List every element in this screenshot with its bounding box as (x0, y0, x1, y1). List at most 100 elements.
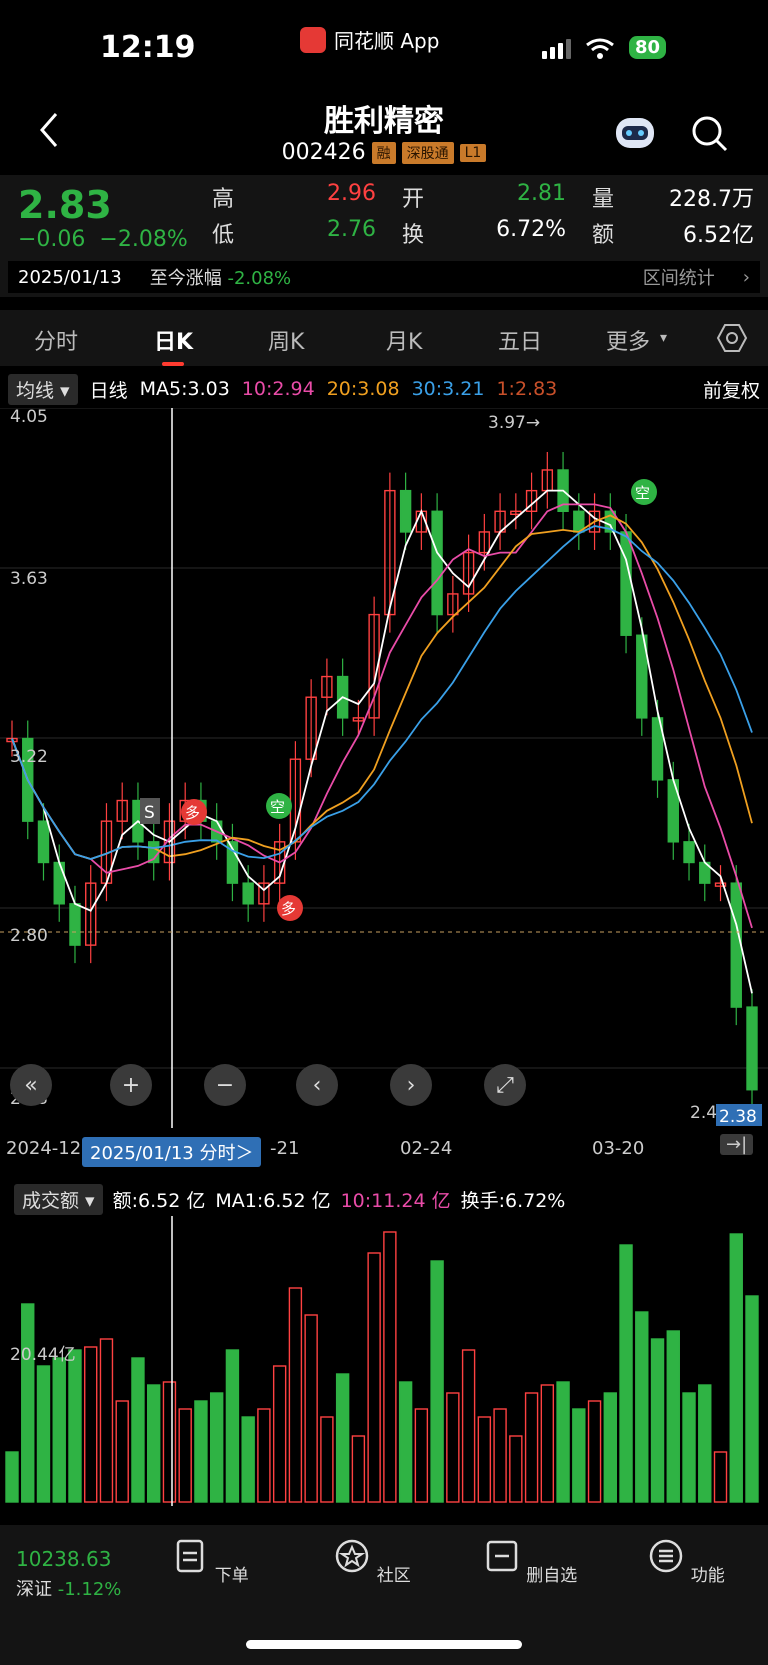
period-tabs: 分时 日K 周K 月K 五日 更多 ▾ (0, 310, 768, 366)
open-label: 开 (402, 187, 425, 212)
robot-assistant-icon[interactable] (612, 112, 658, 152)
candle-body-3 (53, 861, 65, 905)
fullscreen-button[interactable]: ⤢ (484, 1064, 526, 1106)
high-value: 2.96 (327, 181, 376, 206)
nav-order[interactable]: 下单 (160, 1537, 260, 1586)
tab-intraday[interactable]: 分时 (34, 324, 78, 356)
candle-body-47 (746, 1006, 758, 1091)
interval-stats-link[interactable]: 区间统计 (643, 264, 715, 290)
scroll-right-button[interactable]: › (390, 1064, 432, 1106)
menu-circle-icon (650, 1539, 683, 1573)
nav-remove-watchlist[interactable]: 删自选 (480, 1537, 580, 1586)
since-value: -2.08% (227, 268, 292, 289)
volume-bar-28 (446, 1392, 460, 1503)
zoom-out-full-button[interactable]: « (10, 1064, 52, 1106)
kline-chart[interactable]: 4.05 3.63 3.22 2.80 2.38 3.97→ 2.4 2.38 … (0, 408, 768, 1130)
volume-bar-18 (288, 1287, 303, 1503)
last-price-tag: 2.38 (719, 1107, 757, 1127)
chevron-right-icon: › (742, 266, 750, 288)
volume-bar-21 (335, 1373, 350, 1503)
crosshair-date-pill[interactable]: 2025/01/13 分时＞ (82, 1137, 262, 1167)
tag-level: L1 (459, 143, 487, 162)
tag-margin: 融 (371, 141, 396, 164)
volume-bar-44 (698, 1384, 712, 1503)
wifi-icon (586, 38, 614, 59)
nav-community[interactable]: 社区 (322, 1537, 422, 1586)
active-tab-indicator (162, 362, 184, 366)
ytick-4: 2.80 (10, 926, 48, 946)
search-icon[interactable] (690, 114, 730, 154)
volume-bar-11 (178, 1408, 192, 1503)
volume-bar-33 (524, 1392, 539, 1503)
volume-bar-9 (147, 1384, 161, 1503)
volume-label: 量 (592, 187, 615, 212)
nav-remove-watchlist-label: 删自选 (526, 1566, 578, 1586)
tab-weekly[interactable]: 周K (268, 324, 304, 356)
tab-monthly[interactable]: 月K (386, 324, 422, 356)
since-label: 至今涨幅 (149, 268, 222, 289)
tab-daily[interactable]: 日K (154, 324, 193, 356)
volume-ma10: 10:11.24 亿 (340, 1189, 451, 1212)
volume-bar-25 (398, 1381, 413, 1503)
volume-bar-47 (745, 1295, 759, 1503)
high-marker: 3.97→ (488, 413, 540, 433)
settings-hex-icon[interactable] (716, 322, 748, 354)
low-marker: 2.4 (690, 1103, 717, 1123)
price-change: −0.06 −2.08% (18, 227, 188, 252)
volume-bar-31 (493, 1408, 507, 1503)
volume-bar-5 (84, 1346, 98, 1503)
volume-bars (5, 1231, 759, 1503)
ytick-max: 4.05 (10, 408, 48, 427)
selected-date: 2025/01/13 (18, 266, 122, 288)
candle-body-46 (730, 882, 742, 1008)
volume-bar-45 (713, 1451, 728, 1503)
candle-body-25 (399, 489, 412, 533)
current-price: 2.83 (18, 183, 112, 227)
signal-sell-2: 空 (635, 484, 650, 502)
amount-value: 6.52亿 (683, 223, 754, 248)
xtick-4: 03-20 (592, 1138, 645, 1159)
tab-more[interactable]: 更多 (606, 324, 650, 356)
indicator-dropdown[interactable]: 均线 ▾ (8, 373, 78, 405)
battery-icon: 80 (629, 36, 667, 59)
date-bar[interactable]: 2025/01/13 至今涨幅 -2.08% 区间统计 › (8, 261, 760, 293)
status-time: 12:19 (100, 30, 196, 65)
nav-functions[interactable]: 功能 (636, 1537, 736, 1586)
volume-ytick: 20.44亿 (10, 1345, 76, 1365)
ma20-value: 20:3.08 (326, 378, 400, 400)
volume-bar-34 (540, 1384, 555, 1503)
xtick-2: -21 (270, 1138, 300, 1159)
xtick-3: 02-24 (400, 1138, 453, 1159)
adjust-mode[interactable]: 前复权 (703, 376, 760, 403)
candle-body-2 (37, 820, 50, 864)
signal-icon (542, 37, 571, 59)
scroll-left-button[interactable]: ‹ (296, 1064, 338, 1106)
index-widget[interactable]: 10238.63 深证 -1.12% (16, 1547, 121, 1601)
candles (6, 451, 758, 1108)
volume-bar-20 (320, 1416, 334, 1503)
tab-five-day[interactable]: 五日 (498, 324, 542, 356)
jump-latest-icon[interactable]: →| (720, 1134, 754, 1155)
volume-bar-37 (587, 1400, 602, 1503)
ma-lines (11, 489, 753, 994)
volume-bar-42 (666, 1330, 680, 1503)
candle-body-39 (620, 531, 632, 636)
zoom-out-button[interactable]: − (204, 1064, 246, 1106)
tag-connect: 深股通 (401, 141, 454, 164)
volume-dropdown[interactable]: 成交额 ▾ (14, 1183, 103, 1215)
ma5-line (11, 489, 753, 994)
change-pct: −2.08% (99, 227, 188, 252)
volume-bar-40 (635, 1311, 649, 1503)
volume-bar-43 (682, 1392, 696, 1503)
volume-bar-26 (414, 1408, 429, 1503)
tab-more-caret-icon: ▾ (660, 330, 668, 346)
volume-amount: 额:6.52 亿 (112, 1189, 206, 1212)
volume-bar-32 (509, 1435, 523, 1503)
ma30-value: 30:3.21 (411, 378, 485, 400)
volume-chart[interactable]: 20.44亿 (0, 1216, 768, 1506)
nav-community-label: 社区 (376, 1566, 411, 1586)
index-value: 10238.63 (16, 1547, 112, 1571)
index-change: -1.12% (57, 1579, 122, 1600)
status-app: 同花顺 App (300, 25, 439, 54)
zoom-in-button[interactable]: + (110, 1064, 152, 1106)
